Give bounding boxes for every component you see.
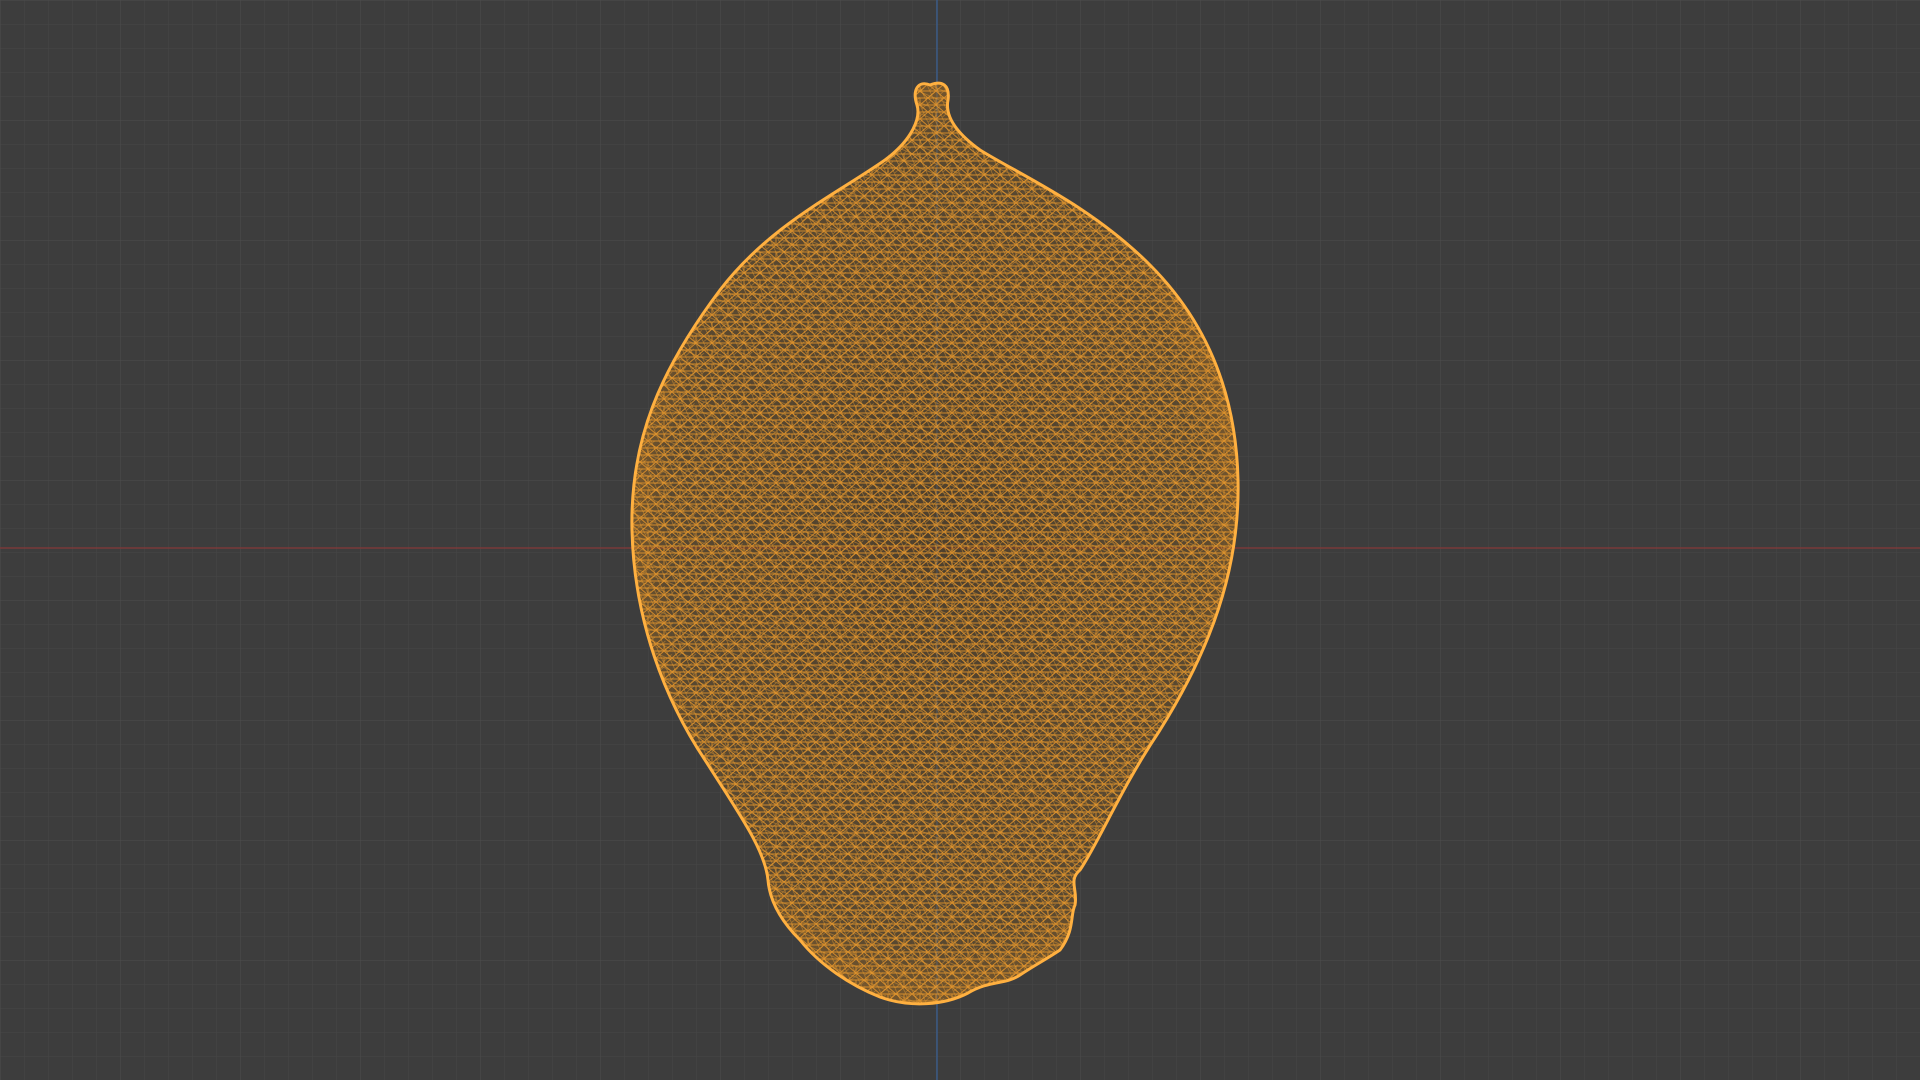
viewport-canvas[interactable] [0, 0, 1920, 1080]
3d-viewport[interactable] [0, 0, 1920, 1080]
